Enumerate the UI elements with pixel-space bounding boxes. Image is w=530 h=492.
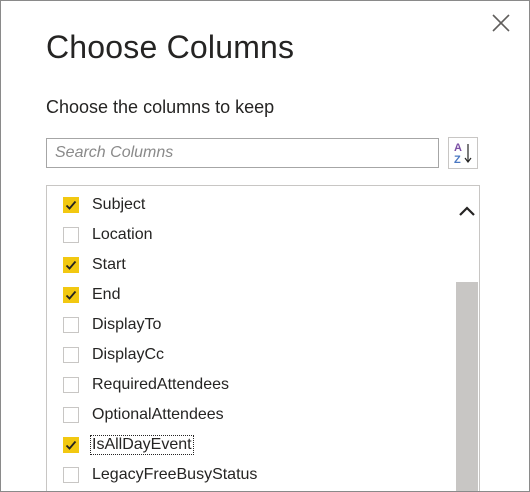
column-list-item[interactable]: End (47, 280, 447, 310)
checkbox-unchecked[interactable] (63, 347, 79, 363)
choose-columns-dialog: Choose Columns Choose the columns to kee… (0, 0, 530, 492)
column-label: End (92, 286, 121, 303)
checkbox-unchecked[interactable] (63, 317, 79, 333)
column-list-item[interactable]: LegacyFreeBusyStatus (47, 460, 447, 490)
close-button[interactable] (489, 11, 513, 35)
column-list-item[interactable]: Subject (47, 190, 447, 220)
checkbox-checked[interactable] (63, 257, 79, 273)
checkmark-icon (65, 200, 77, 210)
column-list-item[interactable]: RequiredAttendees (47, 370, 447, 400)
checkbox-checked[interactable] (63, 197, 79, 213)
dialog-subtitle: Choose the columns to keep (46, 97, 275, 117)
column-list-item[interactable]: Start (47, 250, 447, 280)
columns-list: Subject Location Start End DisplayTo DisplayC… (46, 185, 480, 491)
checkmark-icon (65, 440, 77, 450)
column-list-item[interactable]: IsAllDayEvent (47, 430, 447, 460)
column-label: LegacyFreeBusyStatus (92, 466, 258, 483)
scrollbar-thumb[interactable] (456, 282, 478, 491)
column-label: DisplayCc (92, 346, 165, 363)
checkbox-unchecked[interactable] (63, 377, 79, 393)
sort-az-icon: A Z (454, 142, 472, 166)
checkmark-icon (65, 290, 77, 300)
sort-columns-button[interactable]: A Z (448, 137, 478, 169)
checkbox-unchecked[interactable] (63, 227, 79, 243)
close-icon (492, 14, 510, 32)
checkbox-checked[interactable] (63, 437, 79, 453)
column-list-item[interactable]: DisplayTo (47, 310, 447, 340)
column-list-items: Subject Location Start End DisplayTo DisplayC… (47, 190, 447, 490)
dialog-title: Choose Columns (46, 29, 295, 65)
column-list-item[interactable]: OptionalAttendees (47, 400, 447, 430)
svg-text:Z: Z (454, 154, 461, 166)
column-label: OptionalAttendees (92, 406, 224, 423)
column-label: Subject (92, 196, 146, 213)
column-label: RequiredAttendees (92, 376, 229, 393)
checkbox-unchecked[interactable] (63, 467, 79, 483)
checkbox-checked[interactable] (63, 287, 79, 303)
column-list-item[interactable]: Location (47, 220, 447, 250)
column-label: Location (92, 226, 153, 243)
svg-text:A: A (454, 142, 462, 154)
checkmark-icon (65, 260, 77, 270)
column-label: DisplayTo (92, 316, 162, 333)
column-label: Start (92, 256, 126, 273)
checkbox-unchecked[interactable] (63, 407, 79, 423)
scroll-up-button[interactable] (454, 200, 479, 222)
vertical-scrollbar[interactable] (454, 186, 479, 491)
chevron-up-icon (458, 206, 475, 216)
column-label: IsAllDayEvent (90, 435, 194, 455)
search-columns-input[interactable] (46, 138, 439, 168)
column-list-item[interactable]: DisplayCc (47, 340, 447, 370)
